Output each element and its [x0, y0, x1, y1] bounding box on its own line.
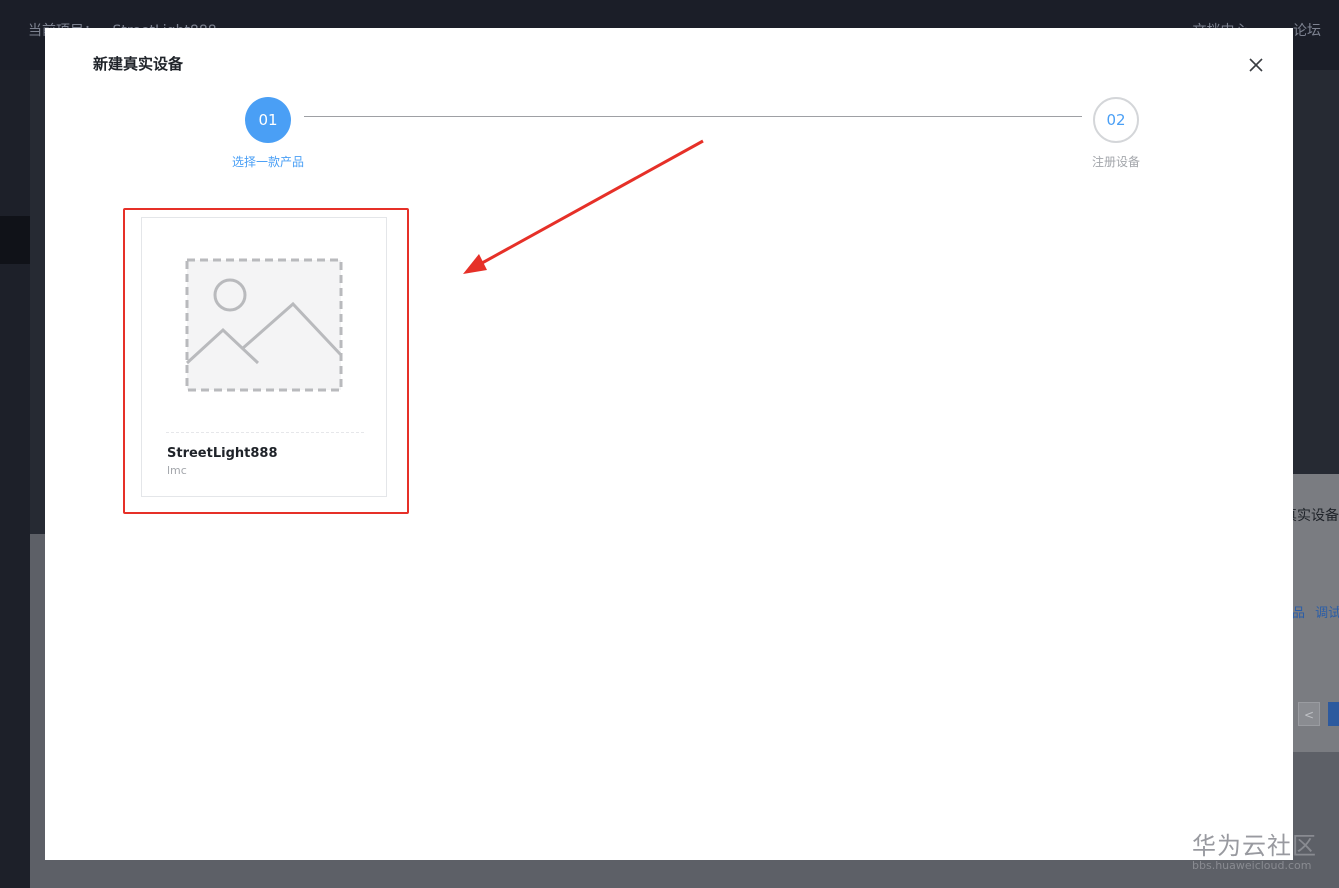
sidebar: [0, 70, 30, 888]
step-select-product: 01 选择一款产品: [230, 97, 306, 170]
watermark-title: 华为云社区: [1192, 832, 1317, 860]
product-manufacturer: lmc: [167, 464, 187, 477]
image-placeholder-icon: [185, 258, 343, 392]
annotation-arrow: [463, 139, 704, 274]
step-number: 02: [1093, 97, 1139, 143]
panel-links: 品 调试: [1286, 602, 1339, 621]
pagination-prev-button[interactable]: <: [1298, 702, 1320, 726]
panel-link-debug[interactable]: 调试: [1315, 606, 1339, 621]
panel-link-product[interactable]: 品: [1292, 606, 1305, 621]
step-label: 选择一款产品: [231, 155, 304, 169]
dialog-title: 新建真实设备: [93, 55, 184, 73]
product-name: StreetLight888: [167, 446, 278, 461]
step-register-device: 02 注册设备: [1076, 97, 1156, 170]
card-divider: [166, 432, 364, 433]
pagination-current-page[interactable]: [1328, 702, 1339, 726]
product-card[interactable]: StreetLight888 lmc: [141, 217, 387, 497]
step-number: 01: [245, 97, 291, 143]
watermark-url: bbs.huaweicloud.com: [1192, 859, 1312, 872]
new-device-dialog: 新建真实设备 01 选择一款产品 02 注册设备 StreetLight888 …: [45, 28, 1293, 860]
sidebar-active-item: [0, 216, 30, 264]
header-link-forum[interactable]: 论坛: [1293, 23, 1321, 39]
step-label: 注册设备: [1091, 155, 1140, 169]
close-icon[interactable]: [1245, 54, 1267, 76]
step-connector: [304, 116, 1082, 117]
watermark: 华为云社区 bbs.huaweicloud.com: [1192, 826, 1317, 872]
